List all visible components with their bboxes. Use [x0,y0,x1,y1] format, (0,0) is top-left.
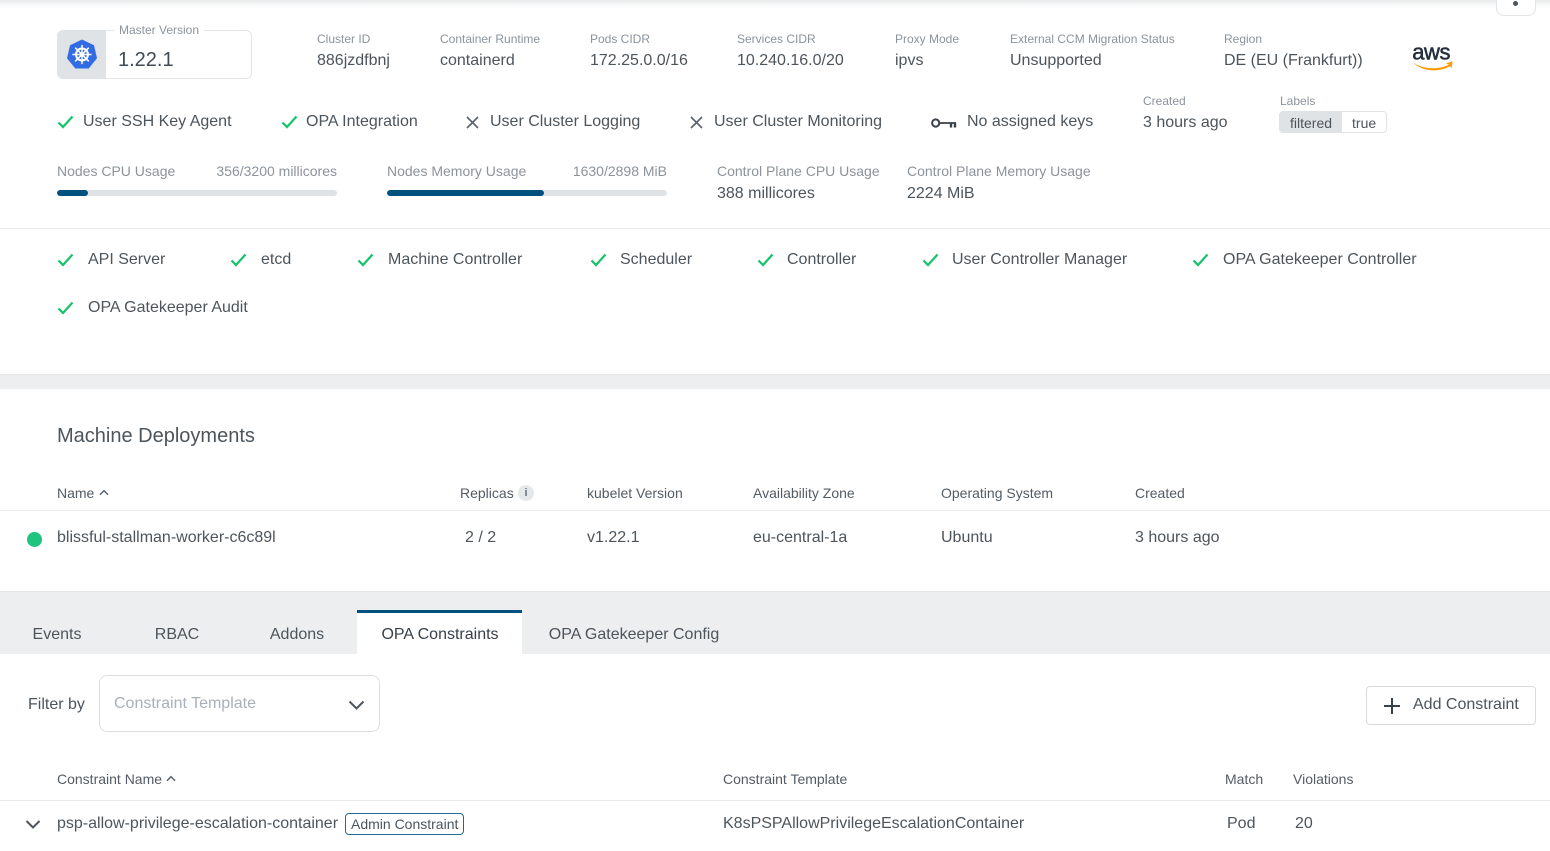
svg-text:aws: aws [1412,43,1450,65]
